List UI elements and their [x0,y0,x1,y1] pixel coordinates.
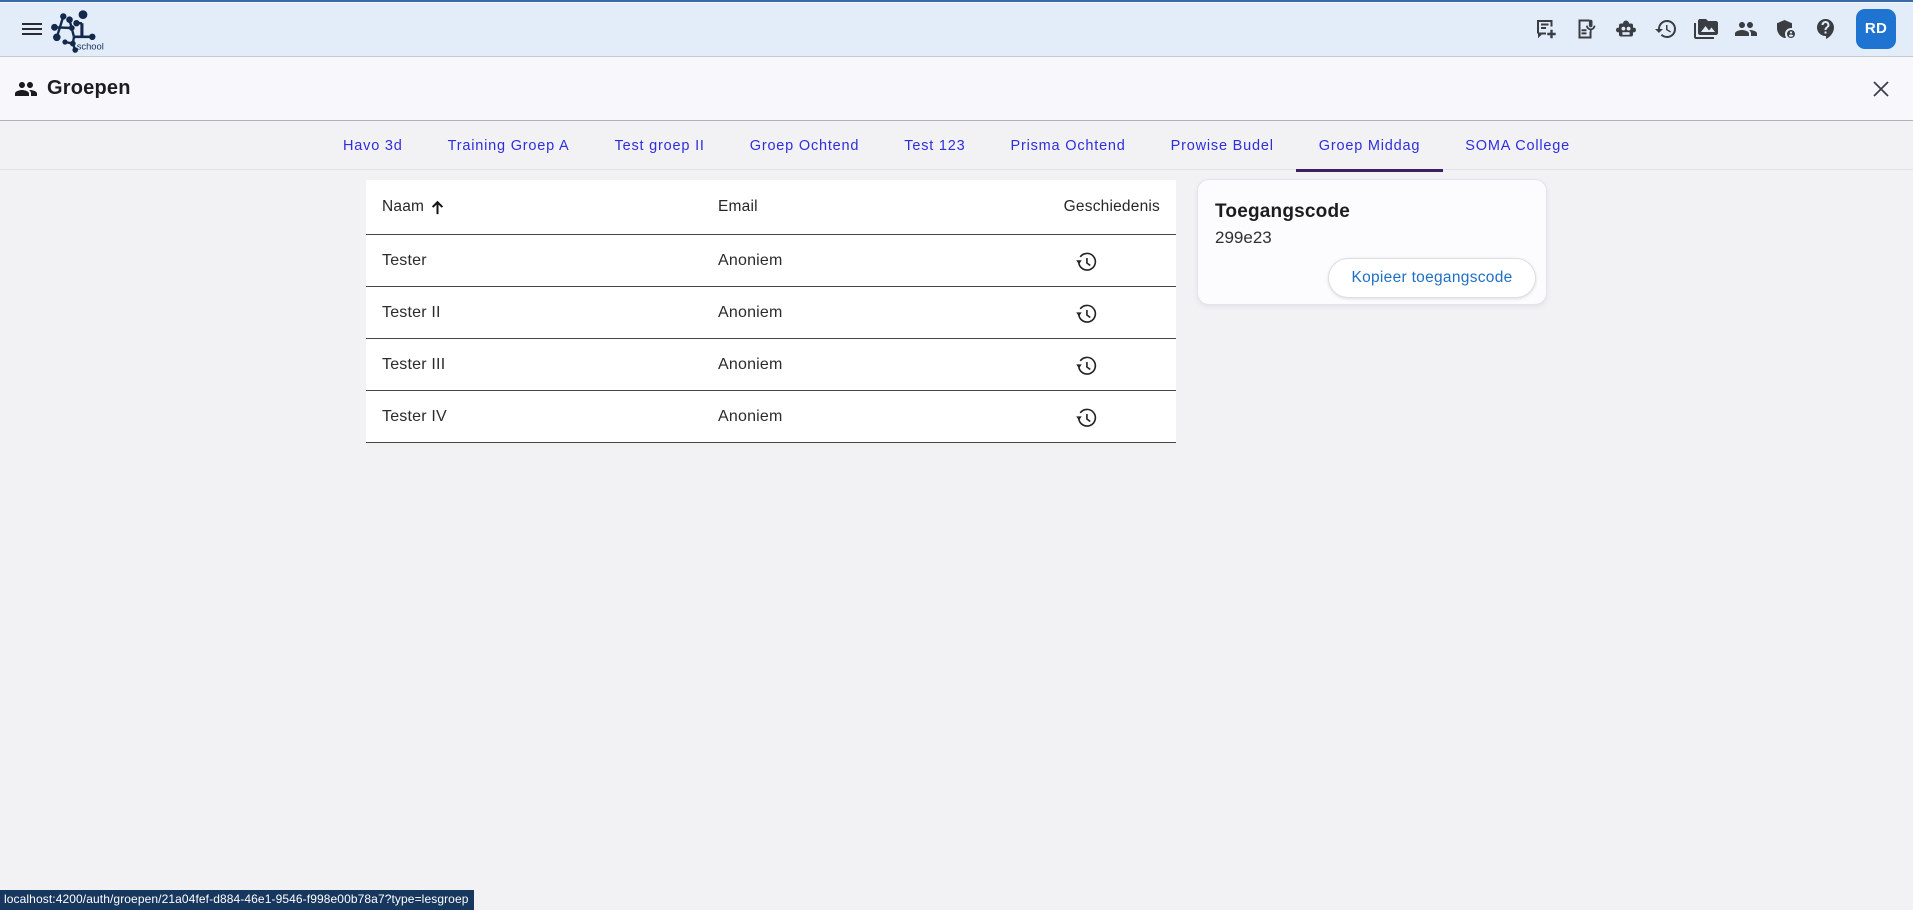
svg-text:school: school [77,41,104,52]
